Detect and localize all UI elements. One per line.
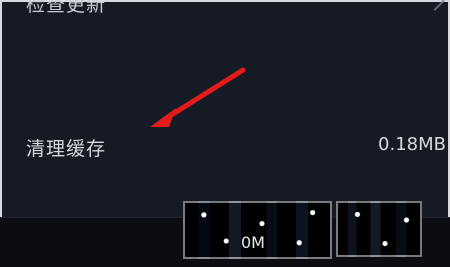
redacted-area-right [336,201,422,257]
cache-size-value: 0.18MB [378,134,446,155]
chevron-right-icon [425,0,445,11]
check-update-item[interactable]: 检查更新 [0,0,450,22]
clear-cache-item[interactable]: 清理缓存 0.18MB [0,122,450,174]
settings-screen: 检查更新 清理缓存 0.18MB 0M [0,0,450,267]
bottom-size-value: 0M [241,233,265,252]
clear-cache-label: 清理缓存 [26,138,107,160]
check-update-label: 检查更新 [26,0,107,16]
